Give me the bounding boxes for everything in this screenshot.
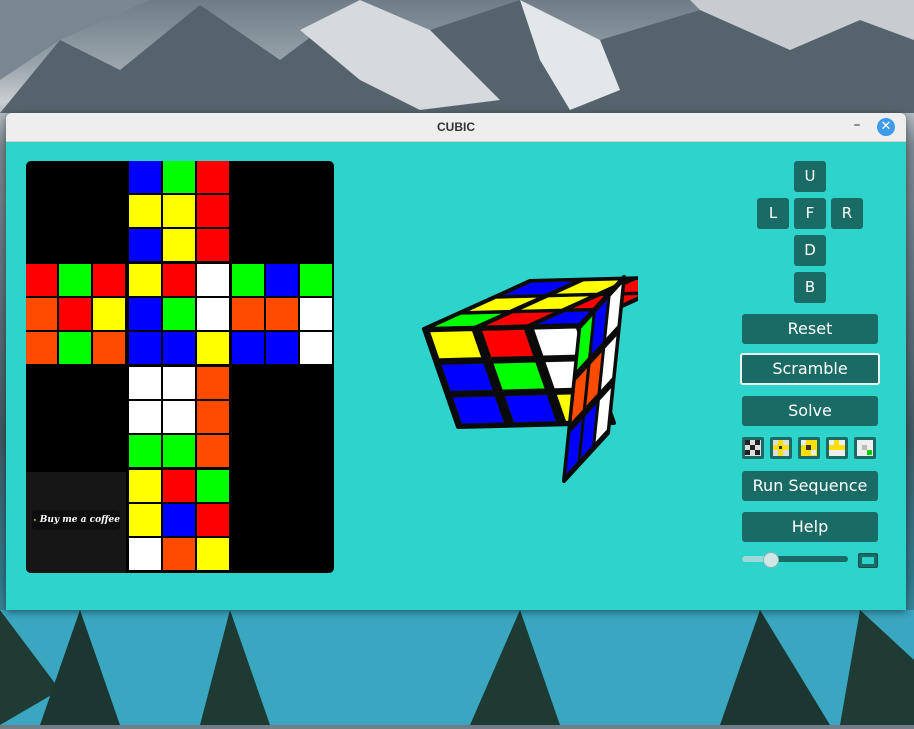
- cube-3d-view[interactable]: [412, 263, 638, 485]
- cube-sticker-front[interactable]: [452, 396, 504, 424]
- net-sticker-front[interactable]: [163, 332, 195, 364]
- yellow-grid-pattern-icon: [829, 440, 845, 456]
- view-toggle-button[interactable]: [858, 553, 878, 568]
- net-sticker-back[interactable]: [129, 538, 161, 570]
- cube-sticker-front[interactable]: [504, 395, 556, 423]
- pattern-yellow-center-button[interactable]: [798, 437, 820, 459]
- net-sticker-left[interactable]: [26, 332, 57, 364]
- net-sticker-front[interactable]: [197, 332, 229, 364]
- net-sticker-right[interactable]: [232, 264, 264, 296]
- net-sticker-back[interactable]: [129, 470, 161, 502]
- net-sticker-back[interactable]: [197, 504, 229, 536]
- net-sticker-front[interactable]: [129, 264, 161, 296]
- net-sticker-down[interactable]: [163, 401, 195, 433]
- face-d-button[interactable]: D: [794, 235, 826, 266]
- solve-button[interactable]: Solve: [742, 396, 878, 426]
- net-sticker-down[interactable]: [197, 435, 229, 467]
- cube-sticker-front[interactable]: [493, 362, 545, 390]
- net-sticker-left[interactable]: [59, 332, 91, 364]
- green-corner-pattern-icon: [857, 440, 873, 456]
- net-sticker-up[interactable]: [197, 195, 229, 227]
- net-sticker-left[interactable]: [93, 298, 125, 330]
- net-sticker-up[interactable]: [197, 229, 229, 261]
- net-sticker-up[interactable]: [163, 161, 195, 193]
- net-sticker-front[interactable]: [197, 298, 229, 330]
- net-sticker-back[interactable]: [163, 538, 195, 570]
- net-sticker-right[interactable]: [300, 264, 332, 296]
- window-title: CUBIC: [6, 113, 906, 141]
- close-button[interactable]: ✕: [877, 118, 895, 136]
- net-sticker-left[interactable]: [59, 264, 91, 296]
- net-sticker-left[interactable]: [26, 298, 57, 330]
- run-sequence-button[interactable]: Run Sequence: [742, 471, 878, 501]
- net-sticker-down[interactable]: [129, 367, 161, 399]
- yellow-cross-pattern-icon: [773, 440, 789, 456]
- cube-sticker-front[interactable]: [430, 331, 482, 359]
- net-sticker-front[interactable]: [163, 264, 195, 296]
- coffee-panel: Buy me a coffee: [26, 472, 126, 573]
- net-sticker-up[interactable]: [129, 229, 161, 261]
- net-sticker-right[interactable]: [300, 298, 332, 330]
- net-sticker-front[interactable]: [129, 298, 161, 330]
- speed-slider-track[interactable]: [742, 556, 848, 562]
- net-sticker-up[interactable]: [129, 195, 161, 227]
- face-l-button[interactable]: L: [757, 198, 789, 229]
- minimize-button[interactable]: –: [849, 119, 865, 135]
- pattern-checker-button[interactable]: [742, 437, 764, 459]
- net-sticker-left[interactable]: [59, 298, 91, 330]
- net-sticker-down[interactable]: [163, 367, 195, 399]
- pattern-yellow-grid-button[interactable]: [826, 437, 848, 459]
- coffee-cup-icon: [34, 512, 36, 528]
- net-sticker-front[interactable]: [163, 298, 195, 330]
- net-sticker-down[interactable]: [163, 435, 195, 467]
- cube-sticker-front[interactable]: [441, 363, 493, 391]
- yellow-center-pattern-icon: [801, 440, 817, 456]
- net-sticker-back[interactable]: [197, 470, 229, 502]
- help-button[interactable]: Help: [742, 512, 878, 542]
- net-sticker-left[interactable]: [93, 264, 125, 296]
- net-sticker-back[interactable]: [129, 504, 161, 536]
- net-sticker-up[interactable]: [163, 229, 195, 261]
- net-sticker-up[interactable]: [163, 195, 195, 227]
- net-sticker-left[interactable]: [26, 264, 57, 296]
- title-bar: CUBIC – ✕: [6, 113, 906, 142]
- face-f-button[interactable]: F: [794, 198, 826, 229]
- net-sticker-right[interactable]: [300, 332, 332, 364]
- net-sticker-right[interactable]: [232, 298, 264, 330]
- scramble-button[interactable]: Scramble: [740, 353, 880, 385]
- net-sticker-down[interactable]: [197, 401, 229, 433]
- net-sticker-right[interactable]: [232, 332, 264, 364]
- net-sticker-down[interactable]: [197, 367, 229, 399]
- net-sticker-back[interactable]: [163, 504, 195, 536]
- app-window: CUBIC – ✕ Buy me a coffee U L F R D B Re…: [6, 113, 906, 610]
- checker-pattern-icon: [745, 440, 761, 456]
- reset-button[interactable]: Reset: [742, 314, 878, 344]
- buy-me-a-coffee-button[interactable]: Buy me a coffee: [32, 510, 120, 530]
- net-sticker-front[interactable]: [197, 264, 229, 296]
- face-u-button[interactable]: U: [794, 161, 826, 192]
- pattern-yellow-cross-button[interactable]: [770, 437, 792, 459]
- net-sticker-left[interactable]: [93, 332, 125, 364]
- net-sticker-front[interactable]: [129, 332, 161, 364]
- net-sticker-down[interactable]: [129, 401, 161, 433]
- cube-net[interactable]: Buy me a coffee: [26, 161, 334, 573]
- face-b-button[interactable]: B: [794, 272, 826, 303]
- net-sticker-right[interactable]: [266, 298, 298, 330]
- net-sticker-right[interactable]: [266, 332, 298, 364]
- pattern-green-corner-button[interactable]: [854, 437, 876, 459]
- face-r-button[interactable]: R: [831, 198, 863, 229]
- speed-slider-thumb[interactable]: [763, 552, 779, 568]
- net-sticker-back[interactable]: [197, 538, 229, 570]
- net-sticker-up[interactable]: [197, 161, 229, 193]
- net-sticker-back[interactable]: [163, 470, 195, 502]
- net-sticker-right[interactable]: [266, 264, 298, 296]
- net-sticker-down[interactable]: [129, 435, 161, 467]
- coffee-label: Buy me a coffee: [40, 515, 120, 525]
- net-sticker-up[interactable]: [129, 161, 161, 193]
- toggle-square-icon: [862, 557, 874, 564]
- cube-sticker-front[interactable]: [482, 329, 534, 357]
